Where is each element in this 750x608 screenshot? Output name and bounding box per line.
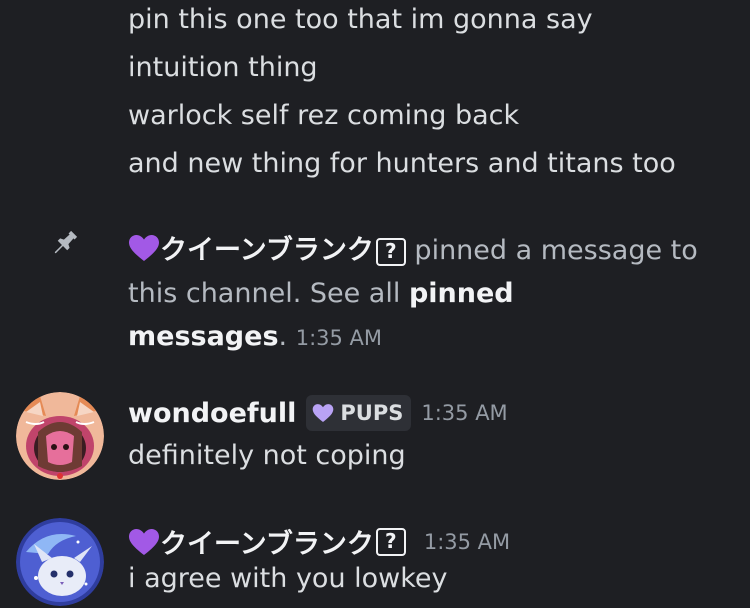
- message-line: intuition thing: [128, 52, 318, 83]
- server-tag-label: PUPS: [340, 401, 404, 425]
- question-badge-icon: ?: [375, 527, 406, 556]
- purple-heart-icon: [129, 235, 159, 261]
- question-badge-icon: ?: [375, 238, 406, 266]
- timestamp: 1:35 AM: [295, 326, 383, 350]
- avatar[interactable]: [16, 392, 104, 480]
- system-text-suffix: .: [278, 321, 288, 352]
- server-tag[interactable]: PUPS: [306, 395, 412, 431]
- message-line: warlock self rez coming back: [128, 100, 520, 131]
- avatar[interactable]: [16, 518, 104, 606]
- message-line: and new thing for hunters and titans too: [128, 148, 676, 179]
- message-header: wondoefull PUPS 1:35 AM: [128, 395, 508, 431]
- purple-heart-icon: [313, 404, 334, 422]
- username[interactable]: wondoefull: [128, 398, 296, 429]
- message-text: definitely not coping: [128, 440, 406, 471]
- username[interactable]: クイーンブランク: [160, 522, 374, 561]
- chat-message-list: pin this one too that im gonna say intui…: [0, 0, 750, 608]
- timestamp: 1:35 AM: [423, 529, 511, 554]
- pin-icon: [54, 230, 78, 254]
- system-pin-message: クイーンブランク? pinned a message to this chann…: [128, 229, 728, 360]
- timestamp: 1:35 AM: [421, 401, 508, 425]
- purple-heart-icon: [129, 528, 159, 555]
- message-text: i agree with you lowkey: [128, 563, 448, 594]
- system-author-name[interactable]: クイーンブランク: [160, 235, 374, 266]
- message-header: クイーンブランク ? 1:35 AM: [128, 522, 510, 561]
- message-line: pin this one too that im gonna say: [128, 4, 593, 35]
